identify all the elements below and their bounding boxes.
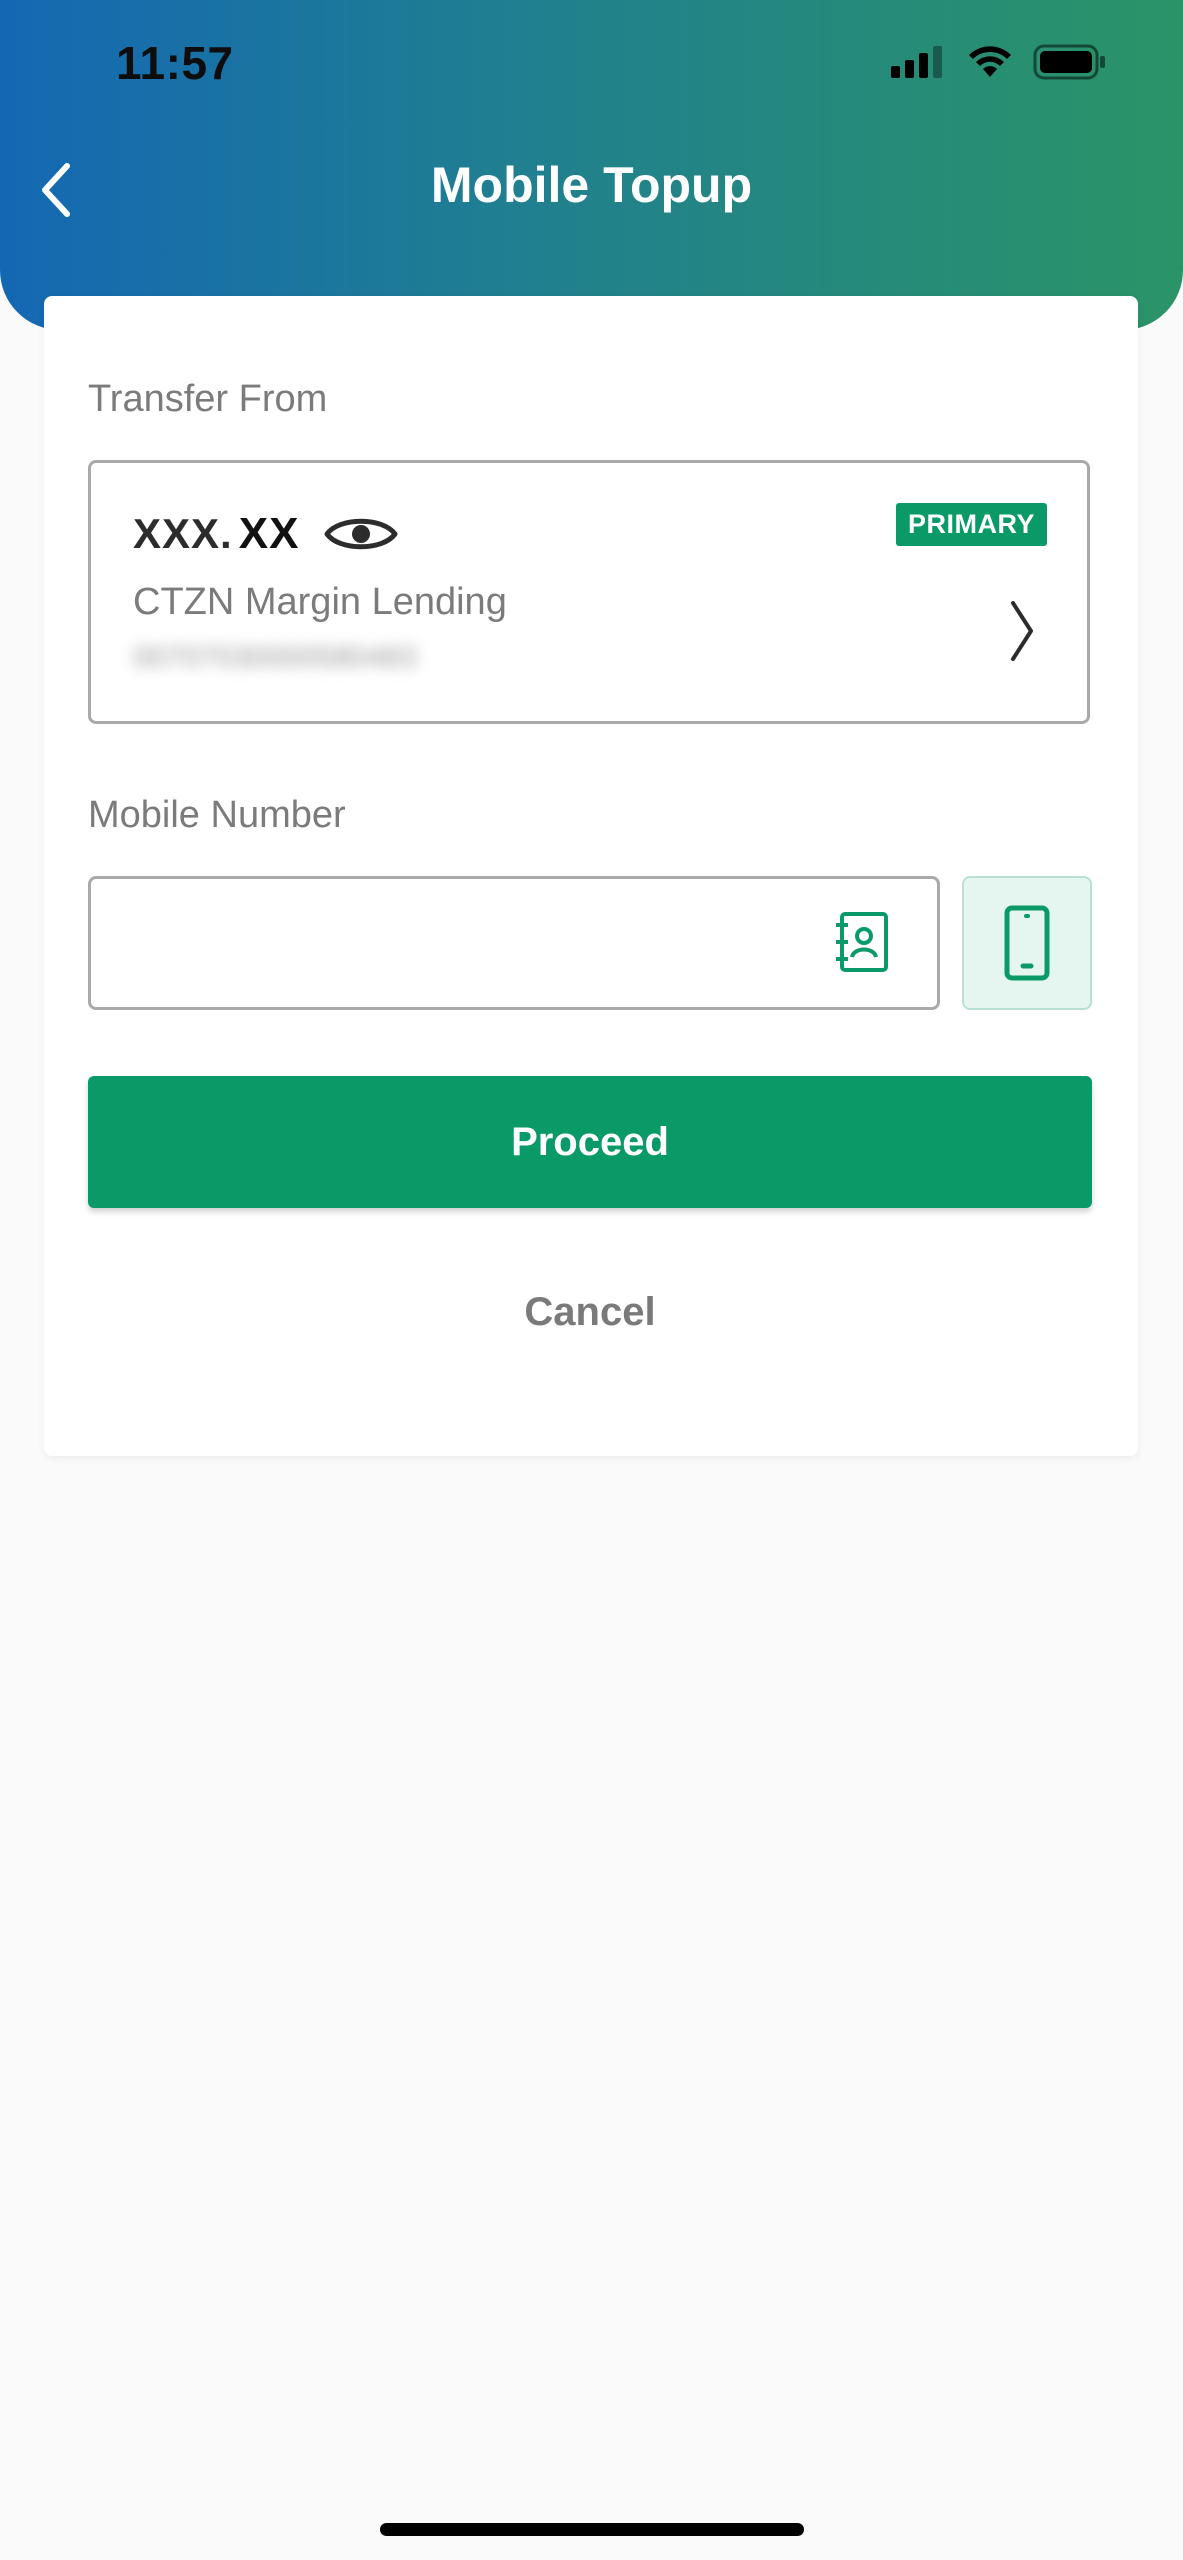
- battery-icon: [1033, 44, 1105, 80]
- proceed-button[interactable]: Proceed: [88, 1076, 1092, 1208]
- page-title: Mobile Topup: [430, 157, 753, 213]
- cancel-button[interactable]: Cancel: [88, 1272, 1092, 1352]
- chevron-right-icon: [1011, 601, 1033, 661]
- status-icons: [891, 44, 1107, 80]
- primary-badge: PRIMARY: [895, 503, 1047, 546]
- balance-row: XXX. XX: [133, 509, 399, 559]
- transfer-from-label: Transfer From: [88, 378, 328, 420]
- balance-decimal: XX: [238, 509, 300, 558]
- contact-book-icon[interactable]: [834, 911, 890, 973]
- account-number: 00707030000580483: [133, 641, 417, 674]
- device-number-button[interactable]: [962, 876, 1092, 1010]
- eye-icon[interactable]: [323, 511, 399, 557]
- signal-icon: [891, 46, 942, 78]
- home-indicator: [380, 2523, 804, 2536]
- topup-form-card: Transfer From XXX. XX PRIMARY CTZN Margi…: [44, 296, 1138, 1456]
- account-selector[interactable]: XXX. XX PRIMARY CTZN Margin Lending 0070…: [88, 460, 1090, 724]
- wifi-icon: [969, 46, 1011, 77]
- status-time: 11:57: [116, 37, 234, 89]
- mobile-number-label: Mobile Number: [88, 794, 346, 836]
- mobile-phone-icon: [1004, 905, 1050, 981]
- account-name: CTZN Margin Lending: [133, 581, 507, 623]
- mobile-number-input[interactable]: [88, 876, 940, 1010]
- balance-masked: XXX.: [133, 510, 233, 557]
- header-bar: 11:57 Mobile Topup: [0, 0, 1183, 330]
